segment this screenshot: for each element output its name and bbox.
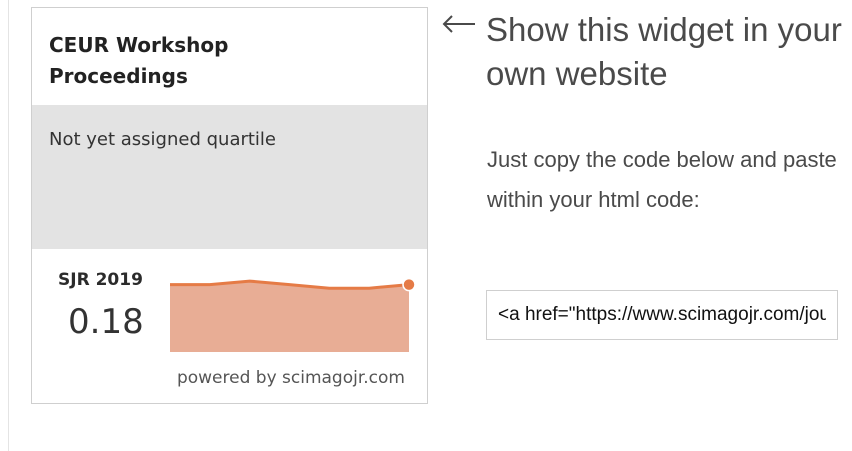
embed-panel: Show this widget in your own website Jus…	[441, 0, 852, 451]
quartile-box: Not yet assigned quartile	[32, 105, 427, 249]
sparkline-last-point	[402, 277, 415, 292]
sparkline-area	[170, 281, 409, 352]
sjr-sparkline	[170, 277, 415, 352]
embed-instructions: Just copy the code below and paste withi…	[487, 147, 837, 212]
embed-code-field[interactable]	[486, 290, 838, 340]
powered-by-text: powered by scimagojr.com	[176, 368, 405, 388]
page-left-divider	[8, 0, 9, 451]
left-arrow-icon	[442, 15, 475, 33]
sjr-year-label: SJR 2019	[58, 270, 143, 290]
sjr-widget[interactable]: CEUR Workshop Proceedings Not yet assign…	[31, 7, 428, 404]
quartile-status: Not yet assigned quartile	[49, 129, 277, 150]
journal-title: CEUR Workshop Proceedings	[49, 33, 229, 88]
sjr-value: 0.18	[68, 302, 144, 342]
embed-heading: Show this widget in your own website	[486, 11, 842, 92]
